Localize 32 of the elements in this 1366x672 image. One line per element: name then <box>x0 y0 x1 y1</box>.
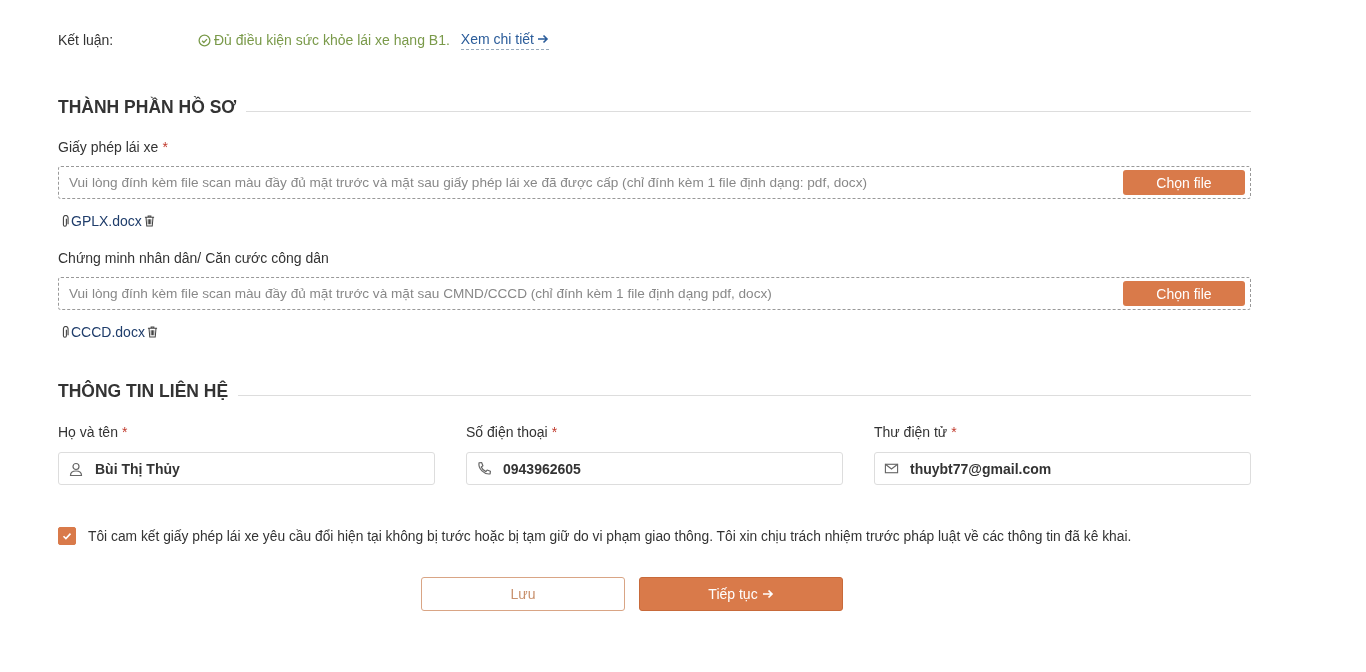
phone-icon <box>476 460 492 477</box>
field-label: Thư điện tử * <box>874 424 958 442</box>
text-input[interactable]: 0943962605 <box>466 452 843 485</box>
field-label: Họ và tên * <box>58 424 129 442</box>
user-icon <box>68 460 84 477</box>
file-drop-field[interactable]: Vui lòng đính kèm file scan màu đầy đủ mặt trước và mặt sau giấy phép lái xe đã được cấp (chỉ đính kèm 1 file định dạng: pdf, docx) Chọn file <box>58 166 1251 199</box>
field-label: Giấy phép lái xe * <box>58 139 169 157</box>
checkbox[interactable] <box>58 527 76 545</box>
field-label: Số điện thoại * <box>466 424 559 442</box>
trash-icon[interactable] <box>146 326 158 338</box>
status-text: Đủ điều kiện sức khỏe lái xe hạng B1. <box>214 32 450 48</box>
placeholder-text: Vui lòng đính kèm file scan màu đầy đủ mặt trước và mặt sau giấy phép lái xe đã được cấp (chỉ đính kèm 1 file định dạng: pdf, docx) <box>69 175 867 190</box>
checkmark-icon <box>61 530 73 542</box>
arrow-right-icon <box>537 32 549 45</box>
paperclip-icon <box>61 325 69 339</box>
field-label: Chứng minh nhân dân/ Căn cước công dân <box>58 250 330 268</box>
placeholder-text: Vui lòng đính kèm file scan màu đầy đủ mặt trước và mặt sau CMND/CCCD (chỉ đính kèm 1 file định dạng pdf, docx) <box>69 286 772 301</box>
paperclip-icon <box>61 214 69 228</box>
arrow-right-icon <box>761 588 774 600</box>
details-link[interactable]: Xem chi tiết <box>460 30 549 50</box>
agreement-text: Tôi cam kết giấy phép lái xe yêu cầu đổi hiện tại không bị tước hoặc bị tạm giữ do vi phạm giao thông. Tôi xin chịu trách nhiệm trước pháp luật về các thông tin đã kê khai. <box>88 528 1132 544</box>
section-title: THÔNG TIN LIÊN HỆ <box>58 380 229 402</box>
check-circle-icon <box>198 33 211 47</box>
text-input[interactable]: Bùi Thị Thủy <box>58 452 435 485</box>
section-title: THÀNH PHẦN HỒ SƠ <box>58 96 237 118</box>
file-link[interactable]: GPLX.docx <box>71 213 142 229</box>
mail-icon <box>884 461 899 476</box>
file-drop-field[interactable]: Vui lòng đính kèm file scan màu đầy đủ mặt trước và mặt sau CMND/CCCD (chỉ đính kèm 1 file định dạng pdf, docx) Chọn file <box>58 277 1251 310</box>
trash-icon[interactable] <box>143 215 155 227</box>
file-link[interactable]: CCCD.docx <box>71 324 145 340</box>
field-label: Kết luận: <box>58 32 115 48</box>
text-input[interactable]: thuybt77@gmail.com <box>874 452 1251 485</box>
